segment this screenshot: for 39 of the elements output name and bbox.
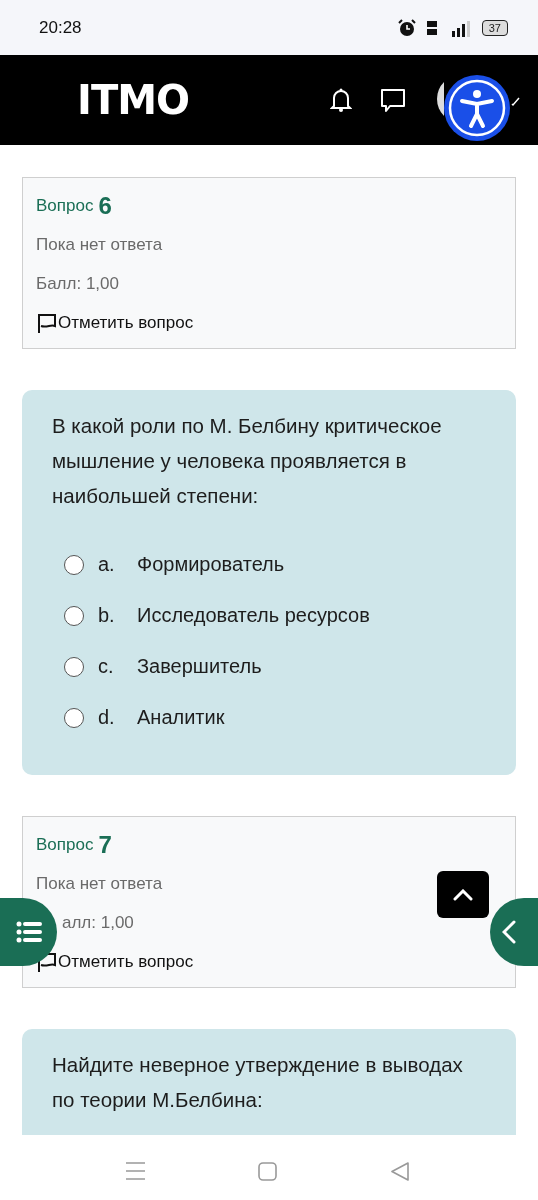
check-icon[interactable]: [511, 97, 520, 107]
option-text[interactable]: Аналитик: [137, 706, 225, 729]
radio-button[interactable]: [64, 554, 84, 575]
option-text[interactable]: Формирователь: [137, 553, 285, 576]
chevron-left-icon: [502, 920, 516, 944]
radio-button[interactable]: [64, 656, 84, 677]
option-letter: d.: [98, 706, 116, 729]
option-letter: a.: [98, 553, 116, 576]
grade-text: Балл: 1,00: [36, 273, 119, 294]
question-number: 6: [98, 191, 112, 220]
battery-level: 37: [481, 19, 508, 36]
question-label: Вопрос: [36, 195, 94, 216]
answer-status: Пока нет ответа: [36, 234, 163, 255]
question-text: В какой роли по М. Белбину критическое мышление у человека проявляется в наибольшей степени:: [52, 413, 443, 509]
back-icon[interactable]: [391, 1162, 410, 1181]
question-text: Найдите неверное утверждение в выводах по теории М.Белбина:: [52, 1052, 464, 1113]
radio-button[interactable]: [64, 707, 84, 728]
alarm-icon: [397, 18, 416, 37]
chevron-up-icon: [453, 888, 473, 901]
home-icon[interactable]: [258, 1162, 277, 1181]
logo[interactable]: ITMO: [77, 77, 189, 123]
status-time: 20:28: [39, 17, 82, 38]
chat-icon[interactable]: [380, 88, 406, 114]
grade-text: алл: 1,00: [62, 912, 134, 933]
option-letter: c.: [98, 655, 115, 678]
question-number: 7: [98, 830, 112, 859]
list-icon: [15, 921, 42, 943]
option-text[interactable]: Исследователь ресурсов: [137, 604, 370, 627]
scroll-top-button[interactable]: [437, 871, 489, 918]
radio-button[interactable]: [64, 605, 84, 626]
flag-question-link[interactable]: Отметить вопрос: [58, 951, 194, 972]
flag-icon: [36, 311, 58, 334]
question-label: Вопрос: [36, 834, 94, 855]
accessibility-icon: [447, 78, 507, 138]
option-text[interactable]: Завершитель: [137, 655, 262, 678]
option-letter: b.: [98, 604, 116, 627]
answer-status: Пока нет ответа: [36, 873, 163, 894]
bell-icon[interactable]: [330, 87, 352, 113]
flag-question-link[interactable]: Отметить вопрос: [58, 312, 194, 333]
